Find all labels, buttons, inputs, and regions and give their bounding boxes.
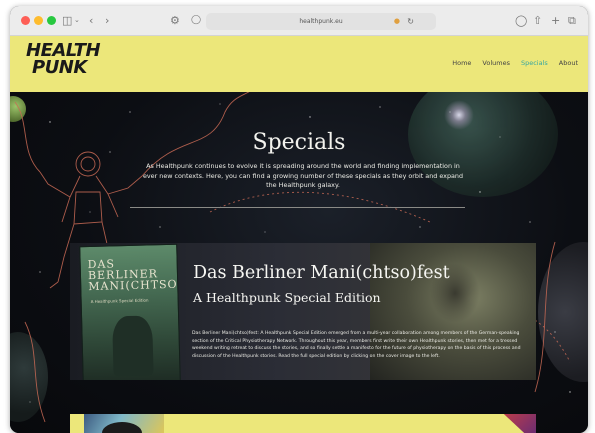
card-artwork [503, 414, 536, 433]
share-icon[interactable]: ⇧ [533, 14, 542, 27]
nav-volumes[interactable]: Volumes [482, 59, 510, 67]
cover-title: DAS BERLINER MANI(CHTSO)FEST [87, 257, 181, 294]
nav-specials[interactable]: Specials [521, 59, 548, 67]
main-nav: Home Volumes Specials About [452, 59, 578, 67]
special-card [70, 414, 536, 433]
chevron-down-icon[interactable]: ⌄ [74, 14, 80, 27]
special-title: Das Berliner Mani(chtso)fest [193, 263, 450, 283]
cover-subtitle: A Healthpunk Special Edition [90, 297, 149, 305]
special-cover-image[interactable] [84, 414, 164, 433]
special-cover-image[interactable]: DAS BERLINER MANI(CHTSO)FEST A Healthpun… [79, 243, 181, 380]
browser-toolbar: ◫ ⌄ ‹ › ⚙ ◯ healthpunk.eu ● ↻ ◯ ⇧ + ⧉ [10, 6, 588, 36]
specials-hero: Specials As Healthpunk continues to evol… [10, 92, 588, 433]
special-description: Das Berliner Mani(chtso)fest: A Healthpu… [192, 331, 521, 359]
chevron-left-icon[interactable]: ‹ [89, 14, 93, 27]
healthpunk-logo[interactable]: HEALTH PUNK [26, 42, 101, 78]
nav-about[interactable]: About [559, 59, 578, 67]
minimize-window-button[interactable] [34, 16, 43, 25]
section-divider [130, 207, 465, 208]
special-subtitle: A Healthpunk Special Edition [193, 290, 381, 305]
sidebar-icon[interactable]: ◫ [62, 14, 72, 27]
cover-figure [112, 315, 154, 377]
reload-icon[interactable]: ↻ [407, 13, 414, 30]
special-card: DAS BERLINER MANI(CHTSO)FEST A Healthpun… [70, 243, 536, 380]
address-bar[interactable]: healthpunk.eu ● ↻ [206, 13, 436, 30]
plus-icon[interactable]: + [551, 14, 560, 27]
close-window-button[interactable] [21, 16, 30, 25]
tabs-icon[interactable]: ⧉ [568, 14, 576, 27]
shield-icon[interactable]: ⚙ [170, 14, 180, 27]
privacy-icon[interactable]: ◯ [191, 14, 201, 27]
address-bar-url: healthpunk.eu [299, 18, 343, 25]
browser-window: ◫ ⌄ ‹ › ⚙ ◯ healthpunk.eu ● ↻ ◯ ⇧ + ⧉ HE… [10, 6, 588, 433]
nav-home[interactable]: Home [452, 59, 471, 67]
logo-line-2: PUNK [32, 57, 87, 78]
chevron-right-icon[interactable]: › [105, 14, 109, 27]
page-intro: As Healthpunk continues to evolve it is … [142, 162, 464, 189]
maximize-window-button[interactable] [47, 16, 56, 25]
site-header: HEALTH PUNK Home Volumes Specials About [10, 36, 588, 92]
page-title: Specials [252, 130, 346, 155]
download-icon[interactable]: ◯ [515, 14, 527, 27]
speaker-icon[interactable]: ● [394, 13, 400, 30]
